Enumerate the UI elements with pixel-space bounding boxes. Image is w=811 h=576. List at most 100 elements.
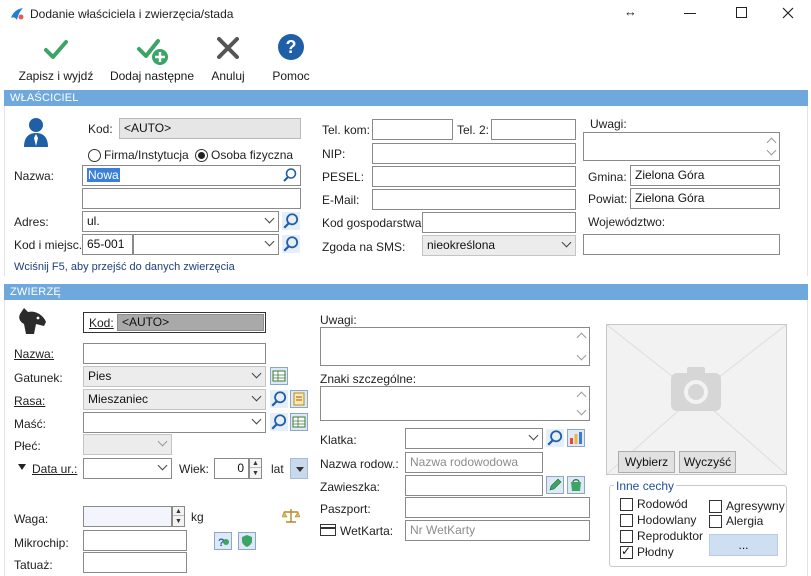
nip-label: NIP:: [322, 147, 346, 161]
traits-more-button[interactable]: ...: [709, 534, 778, 556]
wetkarta-label: WetKarta:: [340, 524, 394, 538]
spin-up-icon[interactable]: ▲: [250, 459, 261, 468]
chevron-down-icon: [528, 430, 539, 441]
chevron-down-icon: [157, 460, 168, 471]
sms-combo[interactable]: nieokreślona: [422, 235, 576, 256]
city-search-icon[interactable]: [282, 235, 300, 253]
address-combo[interactable]: ul.: [82, 211, 279, 232]
trait-checkbox-plodny[interactable]: [620, 544, 633, 559]
animal-notes-scrollbar[interactable]: [575, 328, 589, 365]
birth-toggle-icon[interactable]: [18, 464, 26, 470]
marks-textarea[interactable]: [320, 386, 590, 421]
other-traits-title: Inne cechy: [614, 478, 677, 494]
chip-lookup-icon[interactable]: ?: [214, 532, 232, 550]
color-search-icon[interactable]: [270, 413, 288, 431]
save-exit-button[interactable]: Zapisz i wyjdź: [14, 33, 98, 85]
animal-notes-textarea[interactable]: [320, 327, 590, 366]
owner-kod-field: <AUTO>: [119, 118, 301, 139]
pesel-input[interactable]: [372, 166, 576, 187]
breed-value: Mieszaniec: [88, 392, 149, 406]
animal-name-input[interactable]: [83, 343, 266, 364]
scales-icon[interactable]: [282, 507, 300, 525]
species-combo[interactable]: Pies: [83, 366, 266, 387]
chevron-down-icon: [157, 436, 168, 447]
passport-input[interactable]: [405, 497, 590, 518]
help-label: Pomoc: [272, 69, 310, 83]
cage-combo[interactable]: [405, 428, 543, 449]
photo-frame[interactable]: Wybierz Wyczyść: [606, 324, 787, 475]
age-input[interactable]: 0: [214, 458, 249, 479]
sex-combo[interactable]: [83, 434, 172, 455]
spin-up-icon[interactable]: ▲: [173, 507, 184, 516]
weight-spinner[interactable]: ▲ ▼: [172, 506, 185, 527]
powiat-input[interactable]: Zielona Góra: [630, 188, 780, 209]
woj-input[interactable]: [583, 234, 780, 255]
resize-arrows-icon[interactable]: ↔: [624, 4, 637, 19]
birth-date-picker[interactable]: [83, 458, 172, 479]
color-list-icon[interactable]: [290, 413, 308, 431]
breed-search-icon[interactable]: [270, 390, 288, 408]
trait-checkbox-rodowod[interactable]: [620, 498, 633, 511]
owner-notes-textarea[interactable]: [583, 132, 780, 161]
age-label: Wiek:: [179, 462, 209, 476]
photo-choose-button[interactable]: Wybierz: [618, 451, 675, 473]
farm-code-input[interactable]: [422, 212, 576, 233]
address-search-icon[interactable]: [282, 212, 300, 230]
notes-scrollbar[interactable]: [765, 133, 779, 160]
chip-shield-icon[interactable]: [238, 532, 256, 550]
f5-hint: Wciśnij F5, aby przejść do danych zwierz…: [14, 261, 235, 273]
nip-input[interactable]: [372, 143, 576, 164]
age-spinner[interactable]: ▲ ▼: [249, 458, 262, 479]
cage-search-icon[interactable]: [546, 429, 564, 447]
owner-name2-input[interactable]: [82, 188, 301, 209]
app-logo-icon: [11, 8, 24, 20]
passport-label: Paszport:: [320, 502, 371, 516]
cage-stats-icon[interactable]: [567, 429, 585, 447]
age-unit-label: lat: [271, 462, 284, 476]
pedigree-input[interactable]: Nazwa rodowodowa: [405, 452, 543, 473]
age-unit-dropdown[interactable]: [290, 458, 308, 479]
trait-checkbox-reproduktor[interactable]: [620, 530, 633, 543]
zip-input[interactable]: 65-001: [82, 234, 133, 255]
tel-kom-input[interactable]: [372, 119, 453, 140]
spin-down-icon[interactable]: ▼: [173, 517, 184, 526]
tag-input[interactable]: [405, 475, 543, 496]
trait-checkbox-alergia[interactable]: [709, 515, 722, 528]
species-list-icon[interactable]: [270, 367, 288, 385]
trait-checkbox-agresywny[interactable]: [709, 500, 722, 513]
chevron-down-icon: [561, 237, 572, 248]
tag-edit-icon[interactable]: [546, 476, 564, 494]
close-window-button[interactable]: [782, 7, 794, 19]
spin-down-icon[interactable]: ▼: [250, 469, 261, 478]
radio-firm-label: Firma/Instytucja: [104, 148, 189, 162]
owner-section-bar: WŁAŚCICIEL: [4, 90, 808, 106]
minimize-button[interactable]: [684, 13, 696, 14]
tag-shop-icon[interactable]: [567, 476, 585, 494]
maximize-button[interactable]: [736, 7, 747, 18]
help-button[interactable]: ? Pomoc: [268, 33, 314, 85]
gmina-input[interactable]: Zielona Góra: [630, 165, 780, 186]
name-search-icon[interactable]: [282, 167, 298, 183]
email-input[interactable]: [372, 189, 576, 210]
microchip-input[interactable]: [83, 530, 187, 551]
chevron-down-icon: [251, 391, 262, 402]
wetkarta-input[interactable]: Nr WetKarty: [405, 520, 590, 541]
trait-checkbox-hodowlany[interactable]: [620, 514, 633, 527]
owner-name-input[interactable]: Nowa: [82, 165, 301, 186]
trait-label-agresywny: Agresywny: [726, 499, 785, 513]
color-combo[interactable]: [83, 412, 266, 433]
tattoo-input[interactable]: [83, 552, 187, 573]
cancel-button[interactable]: Anuluj: [206, 33, 250, 85]
tel2-input[interactable]: [491, 119, 576, 140]
photo-clear-button[interactable]: Wyczyść: [679, 451, 736, 473]
radio-firm[interactable]: [88, 149, 101, 162]
city-combo[interactable]: [133, 234, 279, 255]
breed-combo[interactable]: Mieszaniec: [83, 389, 266, 410]
marks-scrollbar[interactable]: [575, 387, 589, 420]
owner-name-label: Nazwa:: [14, 169, 55, 183]
radio-person[interactable]: [195, 149, 208, 162]
weight-input[interactable]: [83, 506, 172, 527]
breed-note-icon[interactable]: [290, 390, 308, 408]
trait-label-plodny: Płodny: [637, 545, 674, 559]
add-next-button[interactable]: Dodaj następne: [108, 33, 196, 85]
